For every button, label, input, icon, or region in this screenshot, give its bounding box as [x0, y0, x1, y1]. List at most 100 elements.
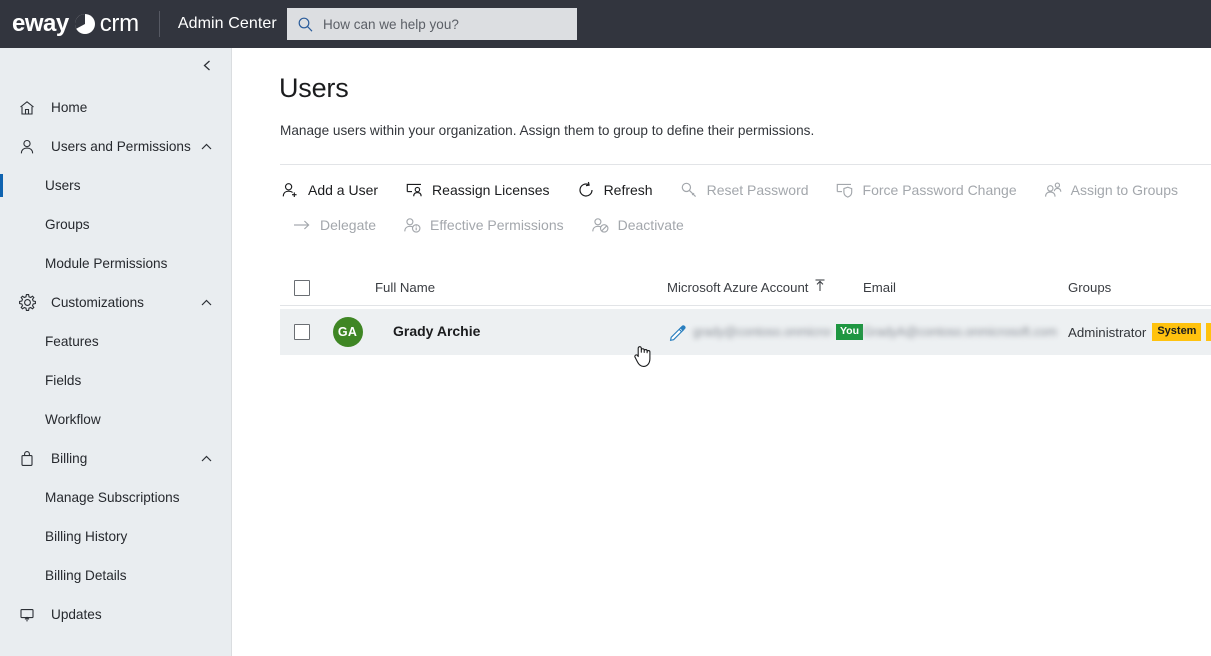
sidebar-item-users[interactable]: Users: [0, 166, 231, 205]
row-select-cell: [280, 324, 320, 340]
effective-permissions-button[interactable]: Effective Permissions: [402, 210, 564, 240]
chevron-left-icon: [200, 58, 215, 78]
column-header-azure-account[interactable]: Microsoft Azure Account: [667, 278, 863, 297]
azure-account-cell: grady@contoso.onmicrosoft.com You: [667, 322, 863, 342]
select-all-checkbox[interactable]: [294, 279, 310, 296]
sidebar-item-label: Users and Permissions: [51, 139, 191, 154]
delegate-button[interactable]: Delegate: [292, 210, 376, 240]
sidebar-item-features[interactable]: Features: [0, 322, 231, 361]
sidebar-item-workflow[interactable]: Workflow: [0, 400, 231, 439]
monitor-shield-icon: [835, 180, 855, 200]
sidebar-item-label: Features: [45, 334, 99, 349]
refresh-button[interactable]: Refresh: [576, 175, 653, 205]
deactivate-button[interactable]: Deactivate: [590, 210, 684, 240]
sidebar-item-label: Billing: [51, 451, 88, 466]
sidebar-item-users-and-permissions[interactable]: Users and Permissions: [0, 127, 231, 166]
sidebar-item-label: Users: [45, 178, 81, 193]
key-icon: [679, 180, 699, 200]
sidebar-item-label: Customizations: [51, 295, 144, 310]
user-full-name: Grady Archie: [393, 323, 481, 339]
column-label: Groups: [1068, 280, 1112, 295]
command-label: Force Password Change: [862, 182, 1017, 198]
column-header-full-name[interactable]: Full Name: [375, 280, 667, 295]
sidebar-item-fields[interactable]: Fields: [0, 361, 231, 400]
main-content: Users Manage users within your organizat…: [232, 48, 1211, 656]
command-label: Refresh: [603, 182, 653, 198]
full-name-cell: Grady Archie: [375, 323, 667, 341]
sidebar-item-customizations[interactable]: Customizations: [0, 283, 231, 322]
column-label: Microsoft Azure Account: [667, 280, 809, 295]
sidebar-item-manage-subscriptions[interactable]: Manage Subscriptions: [0, 478, 231, 517]
person-block-icon: [590, 215, 610, 235]
bag-icon: [16, 448, 38, 470]
avatar-cell: GA: [320, 317, 375, 347]
sidebar-collapse-button[interactable]: [0, 48, 231, 88]
chevron-up-icon[interactable]: [199, 451, 214, 466]
person-icon: [16, 136, 38, 158]
email-cell: GradyA@contoso.onmicrosoft.com: [863, 325, 1068, 339]
command-bar: Add a User Reassign Licenses Refresh Res…: [280, 164, 1211, 245]
person-add-icon: [280, 180, 300, 200]
home-icon: [16, 97, 38, 119]
row-checkbox[interactable]: [294, 324, 310, 340]
command-label: Effective Permissions: [430, 217, 564, 233]
search-icon: [297, 16, 314, 33]
edit-pencil-icon[interactable]: [667, 322, 687, 342]
command-label: Delegate: [320, 217, 377, 233]
sort-ascending-icon: [814, 278, 826, 297]
chevron-up-icon[interactable]: [199, 139, 214, 154]
gear-icon: [16, 292, 38, 314]
select-all-cell: [280, 279, 320, 296]
person-info-icon: [402, 215, 422, 235]
brand-crm-text: crm: [99, 10, 139, 37]
reset-password-button[interactable]: Reset Password: [679, 175, 809, 205]
brand-logo[interactable]: eway crm: [0, 0, 139, 48]
sidebar-item-billing-history[interactable]: Billing History: [0, 517, 231, 556]
sidebar-item-label: Manage Subscriptions: [45, 490, 180, 505]
sidebar-item-label: Billing Details: [45, 568, 127, 583]
sidebar-item-groups[interactable]: Groups: [0, 205, 231, 244]
sidebar-item-updates[interactable]: Updates: [0, 595, 231, 634]
sidebar-item-module-permissions[interactable]: Module Permissions: [0, 244, 231, 283]
search-input[interactable]: How can we help you?: [323, 17, 459, 32]
global-search[interactable]: How can we help you?: [287, 8, 577, 40]
command-label: Reassign Licenses: [432, 182, 550, 198]
sidebar-item-label: Billing History: [45, 529, 128, 544]
group-badge: Adm: [1206, 323, 1211, 341]
sidebar-item-label: Module Permissions: [45, 256, 168, 271]
reassign-licenses-button[interactable]: Reassign Licenses: [404, 175, 550, 205]
eway-logo-icon: [74, 13, 96, 35]
sidebar: Home Users and Permissions Users Groups …: [0, 48, 232, 656]
monitor-person-icon: [404, 180, 424, 200]
command-bar-row-2: Delegate Effective Permissions Deactivat…: [280, 210, 1211, 240]
sidebar-item-home[interactable]: Home: [0, 88, 231, 127]
refresh-icon: [576, 180, 596, 200]
column-header-groups[interactable]: Groups: [1068, 280, 1211, 295]
sidebar-item-label: Workflow: [45, 412, 101, 427]
column-header-email[interactable]: Email: [863, 280, 1068, 295]
sidebar-item-label: Updates: [51, 607, 102, 622]
groups-cell: Administrator System Adm: [1068, 323, 1211, 341]
command-label: Add a User: [308, 182, 379, 198]
azure-account-value: grady@contoso.onmicrosoft.com: [693, 325, 831, 339]
force-password-change-button[interactable]: Force Password Change: [835, 175, 1017, 205]
sidebar-item-billing-details[interactable]: Billing Details: [0, 556, 231, 595]
you-badge: You: [835, 324, 863, 340]
group-name: Administrator: [1068, 324, 1147, 340]
sidebar-item-label: Fields: [45, 373, 82, 388]
email-value: GradyA@contoso.onmicrosoft.com: [863, 325, 1058, 339]
sidebar-item-billing[interactable]: Billing: [0, 439, 231, 478]
assign-to-groups-button[interactable]: Assign to Groups: [1043, 175, 1178, 205]
monitor-arrow-icon: [16, 604, 38, 626]
brand-divider: [158, 11, 160, 37]
command-bar-row-1: Add a User Reassign Licenses Refresh Res…: [280, 175, 1211, 205]
column-label: Email: [863, 280, 896, 295]
add-a-user-button[interactable]: Add a User: [280, 175, 378, 205]
avatar: GA: [332, 317, 363, 347]
command-label: Deactivate: [617, 217, 684, 233]
table-row[interactable]: GA Grady Archie grady@contoso.onmicrosof…: [280, 309, 1211, 355]
page-description: Manage users within your organization. A…: [280, 123, 815, 138]
chevron-up-icon[interactable]: [199, 295, 214, 310]
group-badge: System: [1152, 323, 1202, 341]
page-title: Users: [279, 73, 349, 103]
